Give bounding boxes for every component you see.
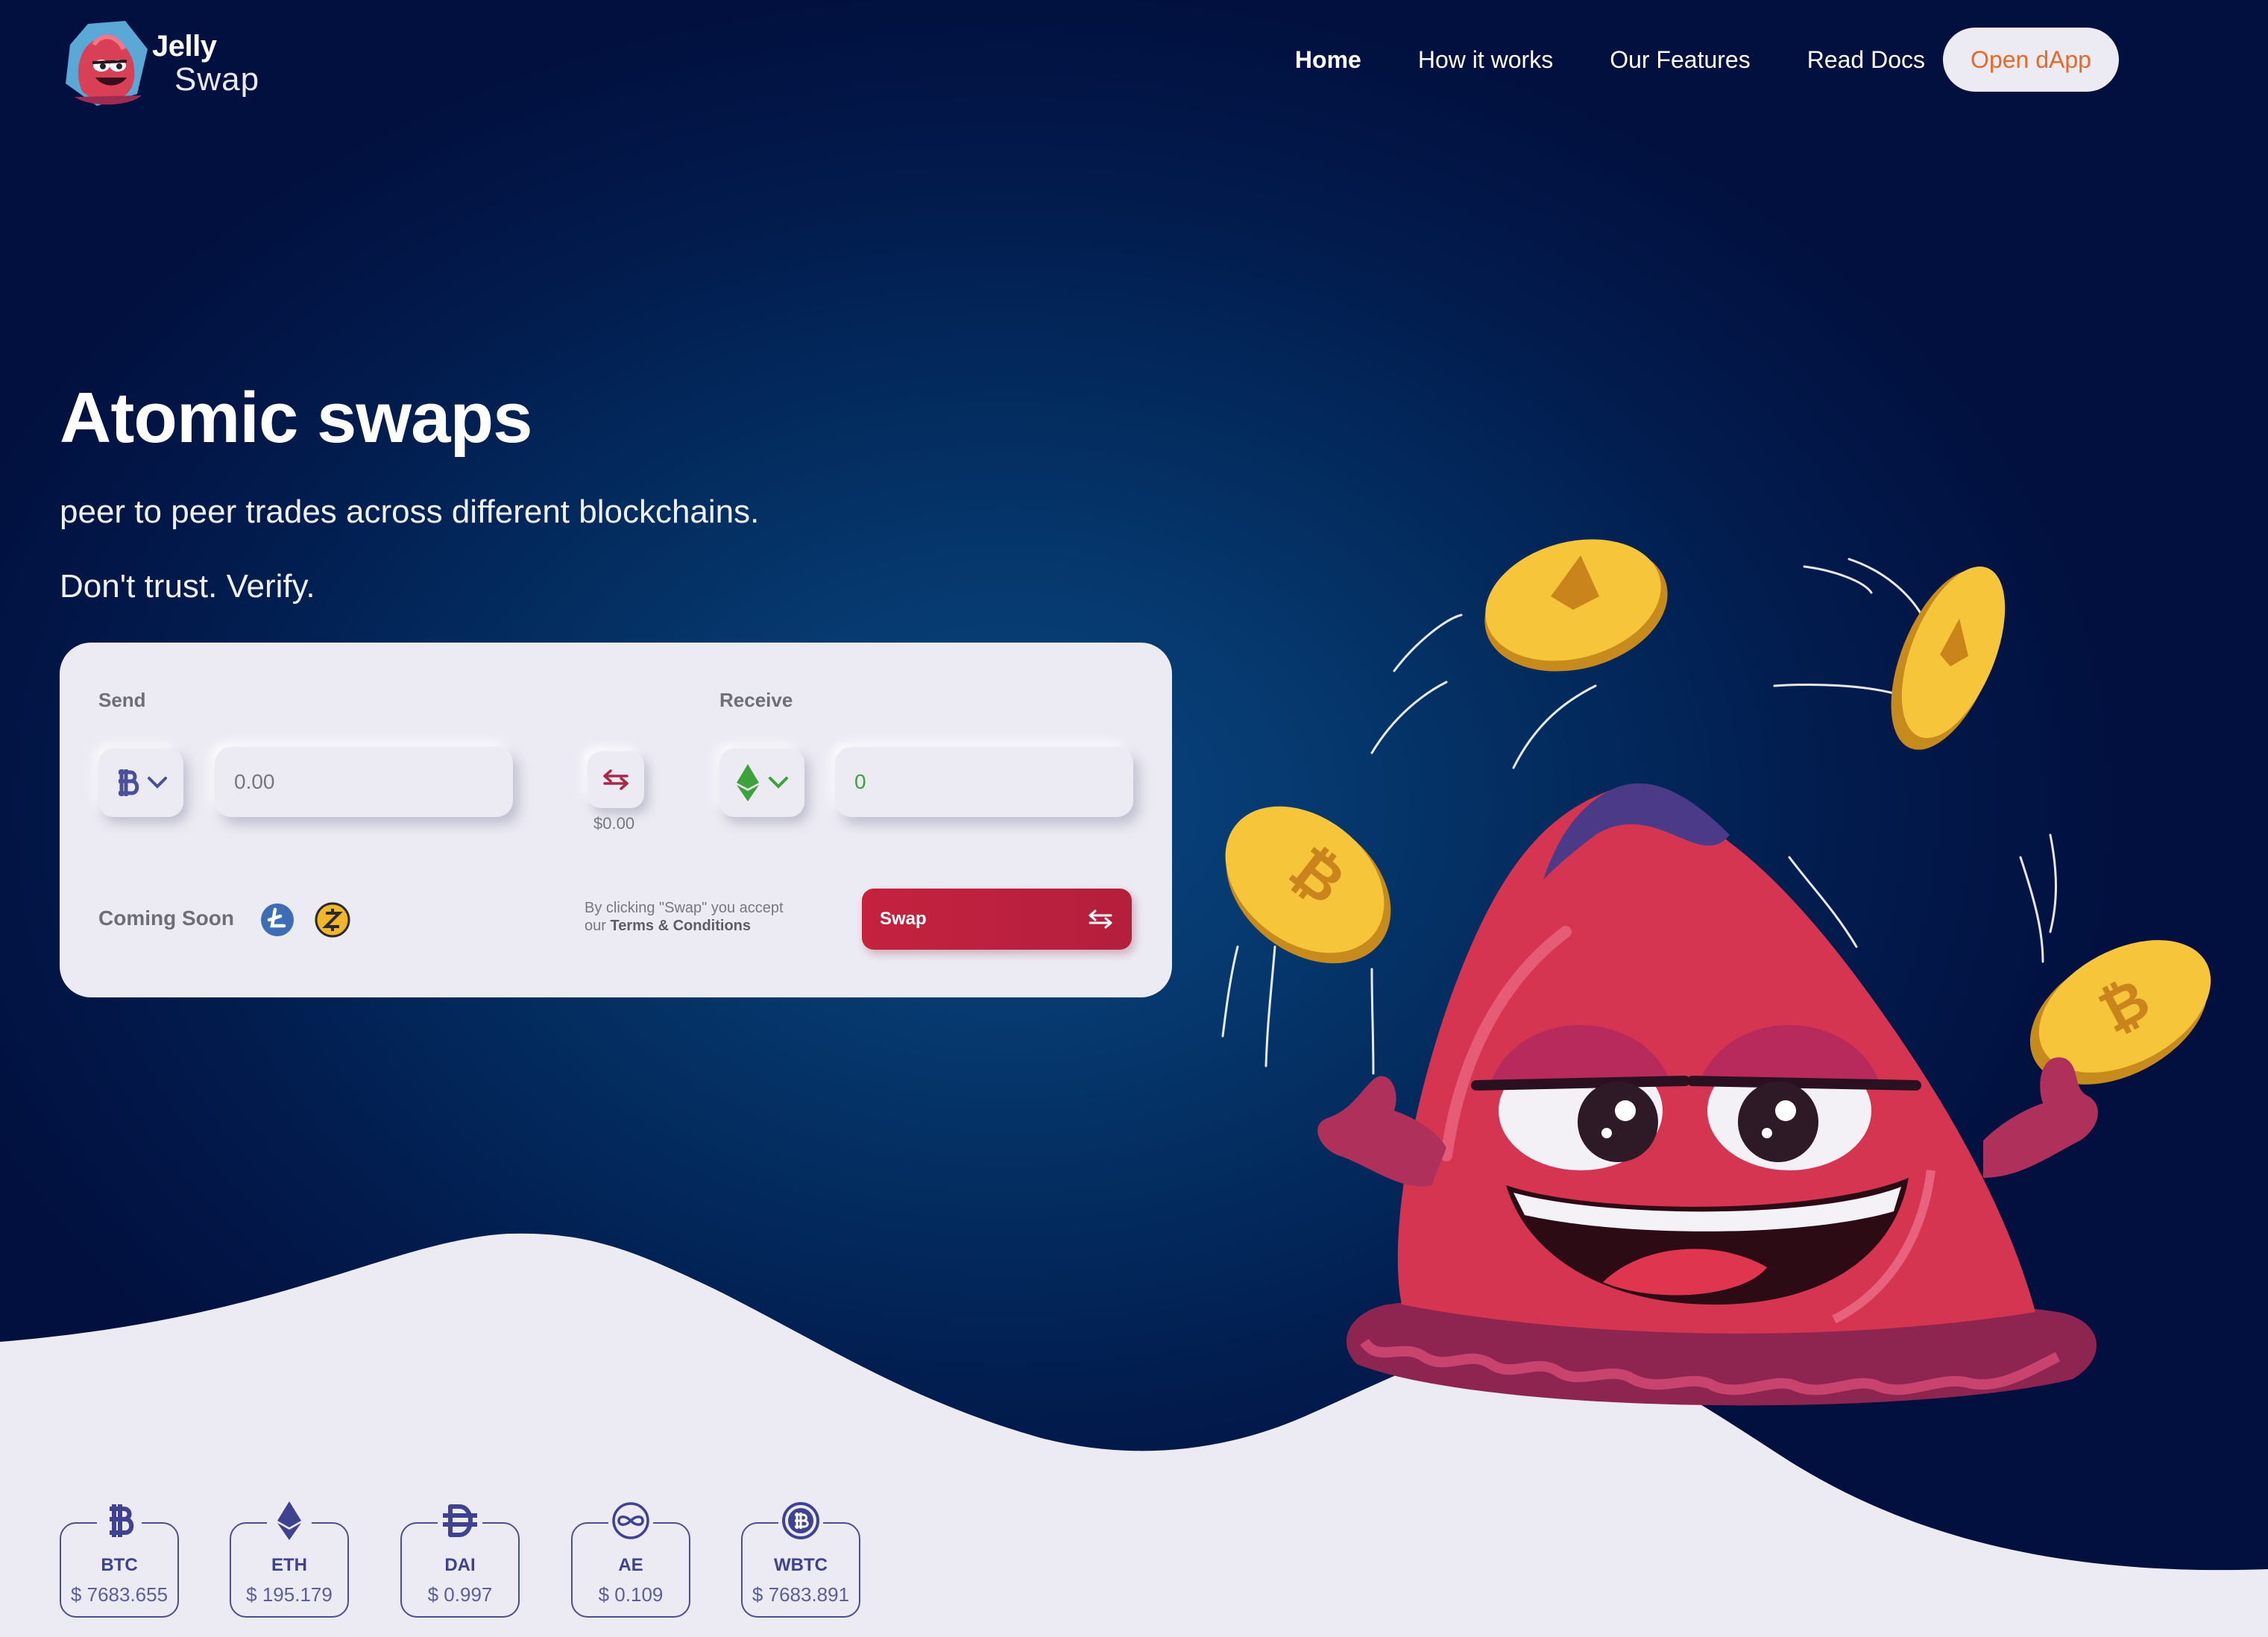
top-nav: Home How it works Our Features Read Docs… xyxy=(1295,27,2119,92)
wbtc-icon xyxy=(778,1498,823,1543)
ticker-price: $ 7683.891 xyxy=(752,1583,850,1606)
brand-name-line2: Swap xyxy=(174,61,260,98)
chevron-down-icon xyxy=(148,777,167,789)
chevron-down-icon xyxy=(769,777,788,789)
terms-line1: By clicking "Swap" you accept xyxy=(585,900,784,916)
jelly-mascot-illustration: ₿ ₿ xyxy=(1221,539,2211,1406)
hero-subtitle: peer to peer trades across different blo… xyxy=(60,493,760,530)
dai-icon xyxy=(438,1498,482,1543)
swap-direction-button[interactable] xyxy=(588,751,644,808)
terms-prefix: our xyxy=(585,918,611,934)
nav-our-features[interactable]: Our Features xyxy=(1610,46,1751,74)
brand-logo[interactable]: Jelly Swap xyxy=(60,19,343,109)
ticker-ae: AE $ 0.109 xyxy=(571,1498,690,1618)
brand-name-line1: Jelly xyxy=(152,30,217,63)
ticker-wbtc: WBTC $ 7683.891 xyxy=(741,1498,860,1618)
receive-amount-input[interactable] xyxy=(835,747,1133,817)
ethereum-coin-2 xyxy=(1891,566,2006,750)
swap-button[interactable]: Swap xyxy=(862,889,1132,950)
hero-tagline: Don't trust. Verify. xyxy=(60,568,315,605)
ticker-dai: DAI $ 0.997 xyxy=(400,1498,520,1618)
coming-soon-label: Coming Soon xyxy=(98,906,234,930)
jelly-monster xyxy=(1317,783,2098,1406)
send-label: Send xyxy=(98,689,146,711)
ticker-price: $ 0.109 xyxy=(598,1583,664,1606)
open-dapp-button[interactable]: Open dApp xyxy=(1943,28,2119,92)
nav-home[interactable]: Home xyxy=(1295,46,1361,74)
ethereum-icon xyxy=(267,1498,312,1543)
ticker-price: $ 195.179 xyxy=(246,1583,333,1606)
ticker-symbol: WBTC xyxy=(774,1555,828,1575)
ethereum-coin-1 xyxy=(1484,539,1668,672)
bitcoin-icon xyxy=(97,1498,142,1543)
nav-how-it-works[interactable]: How it works xyxy=(1418,46,1553,74)
bitcoin-icon xyxy=(119,769,139,796)
bitcoin-coin-1: ₿ xyxy=(1225,806,1391,964)
receive-coin-select[interactable] xyxy=(719,748,804,817)
receive-label: Receive xyxy=(719,689,793,711)
swap-arrows-icon xyxy=(1089,909,1112,929)
jelly-mascot-icon xyxy=(66,21,148,106)
swap-arrows-icon xyxy=(603,769,629,790)
hero-title: Atomic swaps xyxy=(60,378,533,458)
send-amount-input[interactable] xyxy=(215,747,513,817)
zcash-icon xyxy=(315,902,350,938)
ticker-symbol: AE xyxy=(618,1555,643,1575)
ticker-symbol: DAI xyxy=(444,1555,476,1575)
usd-value: $0.00 xyxy=(593,814,635,833)
terms-text: By clicking "Swap" you accept our Terms … xyxy=(585,899,838,935)
litecoin-icon xyxy=(261,903,294,936)
ticker-price: $ 0.997 xyxy=(427,1583,493,1606)
swap-card: Send Receive $0.00 Coming Soon By xyxy=(60,643,1172,997)
aeternity-icon xyxy=(608,1498,653,1543)
ethereum-icon xyxy=(737,764,759,801)
ticker-btc: BTC $ 7683.655 xyxy=(60,1498,179,1618)
send-coin-select[interactable] xyxy=(98,748,183,817)
ticker-price: $ 7683.655 xyxy=(70,1583,168,1606)
swap-button-label: Swap xyxy=(880,909,927,929)
ticker-symbol: ETH xyxy=(271,1555,307,1575)
terms-link[interactable]: Terms & Conditions xyxy=(610,918,751,934)
ticker-symbol: BTC xyxy=(101,1555,138,1575)
bitcoin-coin-2: ₿ xyxy=(2029,940,2211,1085)
nav-read-docs[interactable]: Read Docs xyxy=(1807,46,1925,74)
ticker-eth: ETH $ 195.179 xyxy=(230,1498,349,1618)
